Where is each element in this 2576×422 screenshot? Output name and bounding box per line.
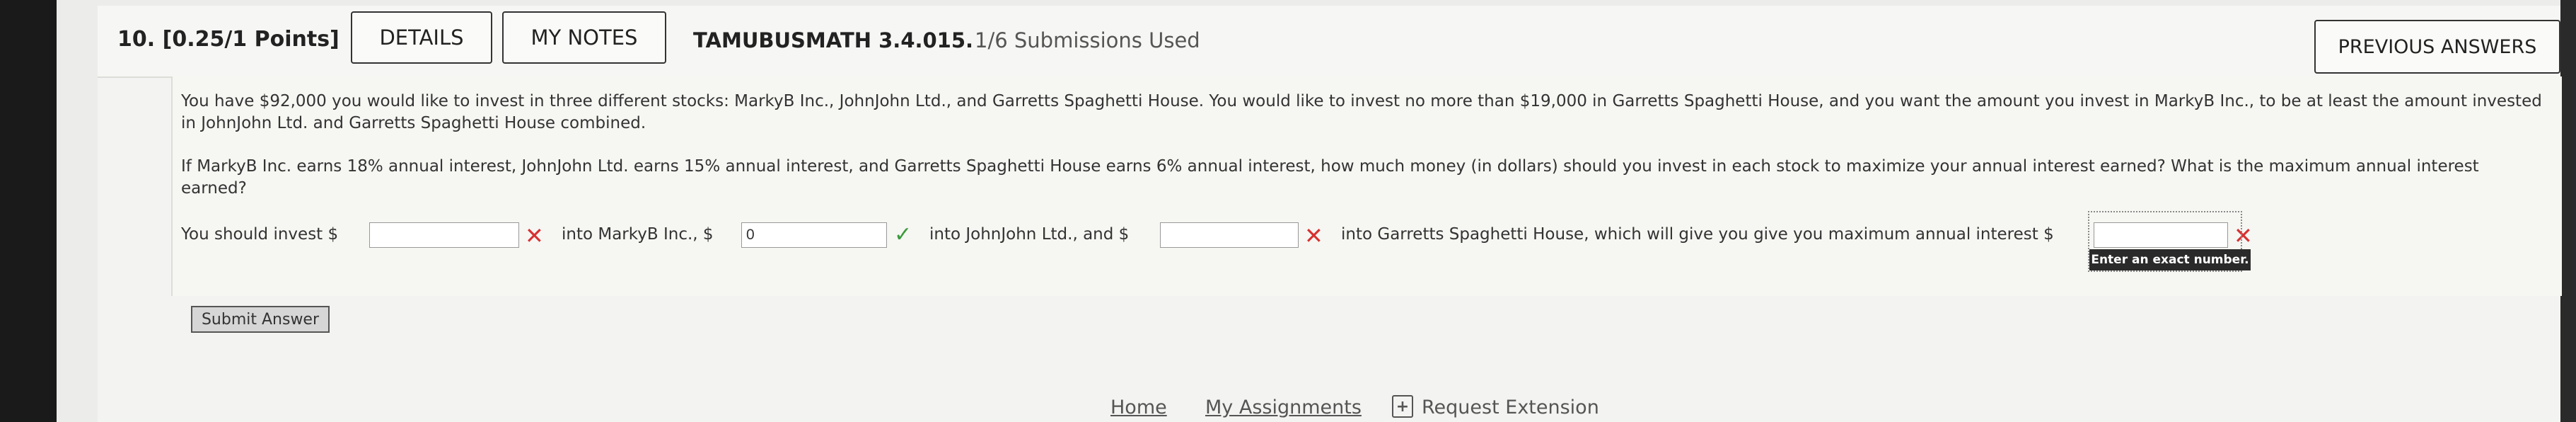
incorrect-x-icon: ✕ [1304, 222, 1323, 249]
question-points: [0.25/1 Points] [162, 27, 340, 52]
question-paragraph-2: If MarkyB Inc. earns 18% annual interest… [181, 157, 2479, 198]
my-notes-button[interactable]: MY NOTES [502, 11, 666, 64]
question-header: 10. [0.25/1 Points] DETAILS MY NOTES TAM… [98, 6, 2560, 78]
submissions-used: 1/6 Submissions Used [975, 28, 1200, 52]
previous-answers-button[interactable]: PREVIOUS ANSWERS [2314, 20, 2560, 74]
question-number: 10. [117, 27, 156, 52]
input-tooltip: Enter an exact number. [2089, 249, 2251, 270]
my-assignments-link[interactable]: My Assignments [1205, 397, 1362, 418]
details-button[interactable]: DETAILS [351, 11, 492, 64]
answer-text-3: into JohnJohn Ltd., and $ [929, 225, 1130, 244]
extension-plus-icon[interactable]: + [1392, 395, 1413, 418]
incorrect-x-icon: ✕ [525, 222, 544, 249]
answer-text-1: You should invest $ [181, 225, 339, 244]
answer-text-2: into MarkyB Inc., $ [562, 225, 714, 244]
answer-text-4: into Garretts Spaghetti House, which wil… [1341, 225, 2054, 244]
right-window-edge [2560, 0, 2576, 422]
johnjohn-amount-input[interactable] [741, 222, 887, 248]
question-card: 10. [0.25/1 Points] DETAILS MY NOTES TAM… [98, 6, 2562, 422]
submit-answer-button[interactable]: Submit Answer [191, 306, 330, 333]
home-link[interactable]: Home [1110, 397, 1167, 418]
markyb-amount-input[interactable] [369, 222, 519, 248]
question-paragraph-1: You have $92,000 you would like to inves… [181, 92, 2542, 132]
garretts-amount-input[interactable] [1160, 222, 1299, 248]
left-window-edge [0, 0, 57, 422]
problem-code: TAMUBUSMATH 3.4.015. [693, 28, 974, 52]
question-number-points: 10. [0.25/1 Points] [117, 27, 340, 52]
correct-check-icon: ✓ [894, 222, 912, 247]
request-extension-link[interactable]: Request Extension [1422, 397, 1599, 418]
